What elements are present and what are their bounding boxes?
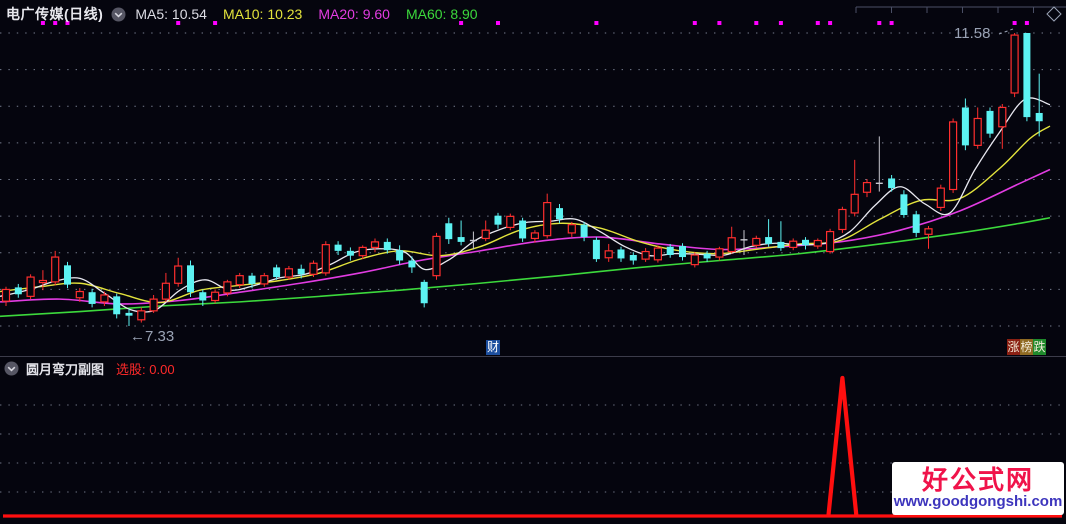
ma60-value: 8.90 (450, 6, 478, 22)
watermark-url[interactable]: www.goodgongshi.com (894, 493, 1063, 510)
fall-badge[interactable]: 跌 (1033, 339, 1046, 355)
rank-badges: 涨 榜 跌 (1007, 339, 1046, 355)
ma20-label: MA20: (318, 6, 359, 22)
board-badge[interactable]: 榜 (1020, 339, 1033, 355)
stock-title: 电广传媒(日线) (6, 6, 104, 22)
ma5-label: MA5: (135, 6, 169, 22)
indicator-metric: 选股: 0.00 (116, 359, 175, 378)
candlestick-chart-canvas[interactable] (0, 0, 1066, 524)
indicator-title: 圆月弯刀副图 (26, 361, 105, 377)
main-chart-header: 电广传媒(日线) MA5: 10.54 MA10: 10.23 MA20: 9.… (6, 5, 494, 23)
ma5-value: 10.54 (171, 6, 207, 22)
ma60-label: MA60: (405, 6, 447, 22)
rise-badge[interactable]: 涨 (1007, 339, 1020, 355)
ma20-value: 9.60 (362, 6, 390, 22)
ma10-value: 10.23 (267, 6, 303, 22)
metric-value: 0.00 (149, 361, 175, 377)
metric-label: 选股: (116, 361, 146, 377)
ma20-legend: MA20: 9.60 (318, 6, 390, 22)
ma5-legend: MA5: 10.54 (135, 6, 207, 22)
site-watermark[interactable]: 好公式网 www.goodgongshi.com (892, 462, 1064, 515)
ma10-legend: MA10: 10.23 (223, 6, 302, 22)
ma60-legend: MA60: 8.90 (406, 6, 478, 22)
chart-window: 电广传媒(日线) MA5: 10.54 MA10: 10.23 MA20: 9.… (0, 0, 1066, 524)
cai-marker-badge[interactable]: 财 (486, 340, 501, 355)
sub-panel-header: 圆月弯刀副图 选股: 0.00 (4, 359, 175, 377)
watermark-title: 好公式网 (921, 465, 1034, 495)
sub-collapse-chevron-icon[interactable] (4, 361, 19, 376)
low-price-label: ←7.33 (130, 328, 175, 345)
panel-divider (0, 356, 1066, 357)
ma10-label: MA10: (222, 6, 264, 22)
collapse-chevron-icon[interactable] (111, 7, 126, 22)
high-price-label: 11.58 (954, 25, 991, 42)
